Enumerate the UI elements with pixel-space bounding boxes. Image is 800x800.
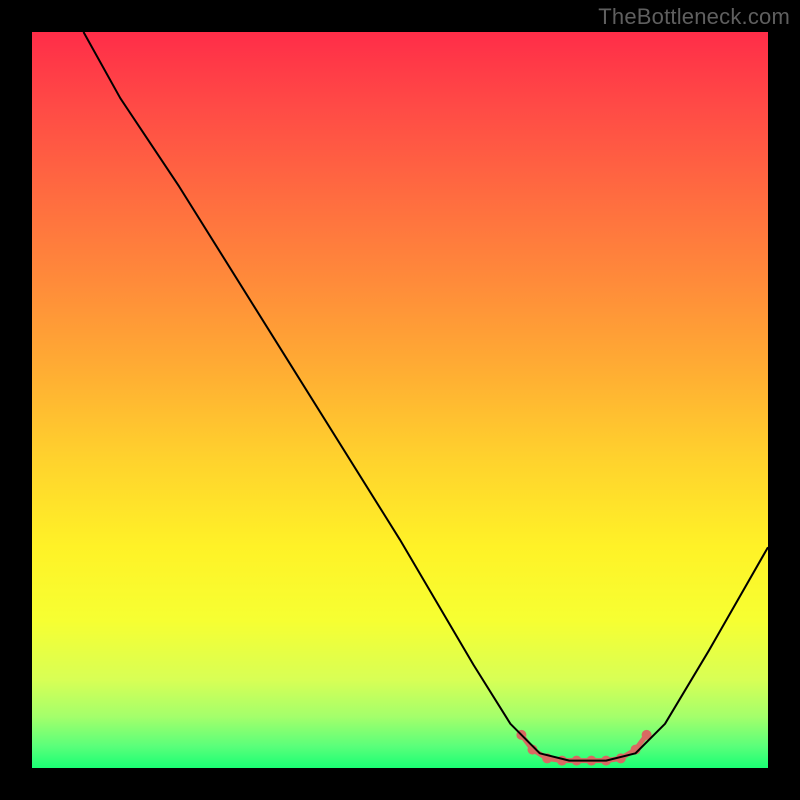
bottom-dots-line (521, 735, 646, 761)
plot-area (32, 32, 768, 768)
main-curve (84, 32, 769, 761)
watermark-text: TheBottleneck.com (598, 4, 790, 30)
chart-frame: TheBottleneck.com (0, 0, 800, 800)
chart-svg (32, 32, 768, 768)
